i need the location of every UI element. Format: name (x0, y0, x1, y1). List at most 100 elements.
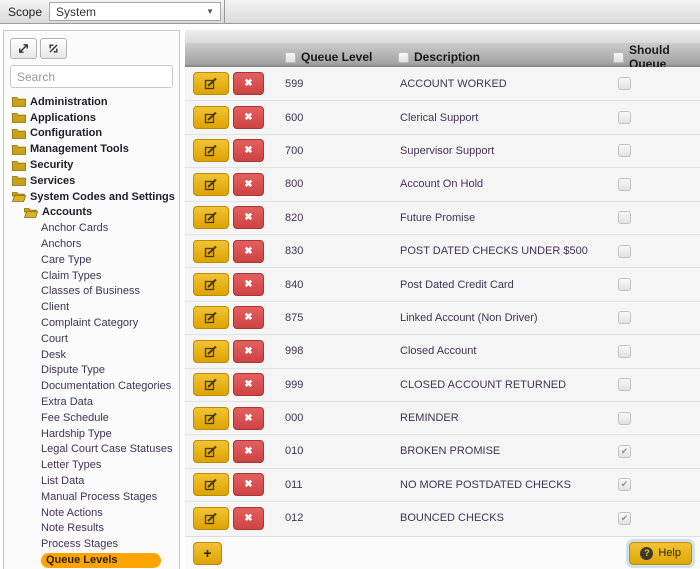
delete-row-button[interactable]: ✖ (233, 407, 264, 430)
tree-item-label: System Codes and Settings (30, 191, 175, 203)
edit-pencil-icon (204, 111, 218, 124)
delete-row-button[interactable]: ✖ (233, 340, 264, 363)
edit-row-button[interactable] (193, 373, 229, 396)
edit-row-button[interactable] (193, 173, 229, 196)
sidebar-item-fee-schedule[interactable]: Fee Schedule (10, 410, 173, 426)
tree-item-label: Administration (30, 96, 108, 108)
sidebar-item-queue-levels[interactable]: Queue Levels (41, 552, 161, 568)
sidebar-item-administration[interactable]: Administration (10, 94, 173, 110)
delete-row-button[interactable]: ✖ (233, 106, 264, 129)
row-actions: ✖ (185, 473, 285, 496)
should-queue-checkbox[interactable] (618, 278, 631, 291)
description-header-checkbox[interactable] (398, 52, 409, 63)
delete-row-button[interactable]: ✖ (233, 507, 264, 530)
should-queue-checkbox[interactable] (618, 412, 631, 425)
edit-pencil-icon (204, 245, 218, 258)
sidebar-item-manual-process-stages[interactable]: Manual Process Stages (10, 489, 173, 505)
delete-row-button[interactable]: ✖ (233, 240, 264, 263)
edit-row-button[interactable] (193, 407, 229, 430)
sidebar-item-management-tools[interactable]: Management Tools (10, 141, 173, 157)
sidebar-item-classes-of-business[interactable]: Classes of Business (10, 284, 173, 300)
edit-row-button[interactable] (193, 306, 229, 329)
should-queue-checkbox[interactable] (618, 378, 631, 391)
help-button[interactable]: ? Help (629, 542, 692, 565)
should-queue-checkbox[interactable] (618, 77, 631, 90)
sidebar-item-court[interactable]: Court (10, 331, 173, 347)
delete-row-button[interactable]: ✖ (233, 473, 264, 496)
should-queue-checkbox[interactable]: ✔ (618, 478, 631, 491)
should-queue-checkbox[interactable] (618, 178, 631, 191)
should-queue-checkbox[interactable] (618, 111, 631, 124)
sidebar-item-claim-types[interactable]: Claim Types (10, 268, 173, 284)
edit-row-button[interactable] (193, 507, 229, 530)
sidebar-item-legal-court-case-statuses[interactable]: Legal Court Case Statuses (10, 442, 173, 458)
tree-item-label: Dispute Type (41, 364, 105, 376)
edit-pencil-icon (204, 445, 218, 458)
delete-row-button[interactable]: ✖ (233, 72, 264, 95)
sidebar-item-note-results[interactable]: Note Results (10, 521, 173, 537)
sidebar-item-letter-types[interactable]: Letter Types (10, 457, 173, 473)
should-queue-header-checkbox[interactable] (613, 52, 624, 63)
edit-row-button[interactable] (193, 240, 229, 263)
should-queue-checkbox[interactable] (618, 345, 631, 358)
table-footer: + ? Help (185, 536, 700, 569)
sidebar-item-system-codes-and-settings[interactable]: System Codes and Settings (10, 189, 173, 205)
delete-x-icon: ✖ (244, 446, 252, 457)
sidebar-item-accounts[interactable]: Accounts (10, 205, 173, 221)
sidebar-item-documentation-categories[interactable]: Documentation Categories (10, 378, 173, 394)
table-row: ✖ 875 Linked Account (Non Driver) (185, 301, 700, 334)
table-row: ✖ 830 POST DATED CHECKS UNDER $500 (185, 234, 700, 267)
sidebar-item-note-actions[interactable]: Note Actions (10, 505, 173, 521)
delete-row-button[interactable]: ✖ (233, 139, 264, 162)
delete-row-button[interactable]: ✖ (233, 173, 264, 196)
sidebar-item-services[interactable]: Services (10, 173, 173, 189)
tree-item-label: Hardship Type (41, 428, 112, 440)
should-queue-checkbox[interactable]: ✔ (618, 512, 631, 525)
should-queue-checkbox[interactable] (618, 211, 631, 224)
delete-row-button[interactable]: ✖ (233, 373, 264, 396)
should-queue-checkbox[interactable] (618, 144, 631, 157)
edit-pencil-icon (204, 311, 218, 324)
edit-row-button[interactable] (193, 206, 229, 229)
should-queue-checkbox[interactable]: ✔ (618, 445, 631, 458)
edit-row-button[interactable] (193, 340, 229, 363)
sidebar-item-dispute-type[interactable]: Dispute Type (10, 363, 173, 379)
sidebar-item-configuration[interactable]: Configuration (10, 126, 173, 142)
sidebar-item-anchors[interactable]: Anchors (10, 236, 173, 252)
edit-row-button[interactable] (193, 440, 229, 463)
tree-item-label: Court (41, 333, 68, 345)
tree-item-label: Complaint Category (41, 317, 138, 329)
help-button-label: Help (658, 547, 681, 559)
sidebar-item-client[interactable]: Client (10, 299, 173, 315)
sidebar-item-security[interactable]: Security (10, 157, 173, 173)
delete-row-button[interactable]: ✖ (233, 306, 264, 329)
edit-pencil-icon (204, 144, 218, 157)
queue-level-header-checkbox[interactable] (285, 52, 296, 63)
sidebar-item-applications[interactable]: Applications (10, 110, 173, 126)
edit-row-button[interactable] (193, 72, 229, 95)
tree-item-label: Process Stages (41, 538, 118, 550)
sidebar-item-desk[interactable]: Desk (10, 347, 173, 363)
expand-all-button[interactable] (10, 38, 37, 59)
search-input[interactable] (10, 65, 173, 88)
sidebar-item-hardship-type[interactable]: Hardship Type (10, 426, 173, 442)
edit-row-button[interactable] (193, 106, 229, 129)
add-queue-level-button[interactable]: + (193, 542, 222, 565)
delete-row-button[interactable]: ✖ (233, 206, 264, 229)
edit-row-button[interactable] (193, 473, 229, 496)
delete-row-button[interactable]: ✖ (233, 440, 264, 463)
should-queue-checkbox[interactable] (618, 245, 631, 258)
sidebar-item-care-type[interactable]: Care Type (10, 252, 173, 268)
sidebar-item-extra-data[interactable]: Extra Data (10, 394, 173, 410)
sidebar-item-complaint-category[interactable]: Complaint Category (10, 315, 173, 331)
delete-row-button[interactable]: ✖ (233, 273, 264, 296)
scope-select[interactable]: System ▼ (49, 2, 221, 21)
sidebar-item-process-stages[interactable]: Process Stages (10, 536, 173, 552)
expand-icon (17, 42, 30, 55)
edit-row-button[interactable] (193, 273, 229, 296)
should-queue-checkbox[interactable] (618, 311, 631, 324)
sidebar-item-list-data[interactable]: List Data (10, 473, 173, 489)
sidebar-item-anchor-cards[interactable]: Anchor Cards (10, 220, 173, 236)
edit-row-button[interactable] (193, 139, 229, 162)
collapse-all-button[interactable] (40, 38, 67, 59)
